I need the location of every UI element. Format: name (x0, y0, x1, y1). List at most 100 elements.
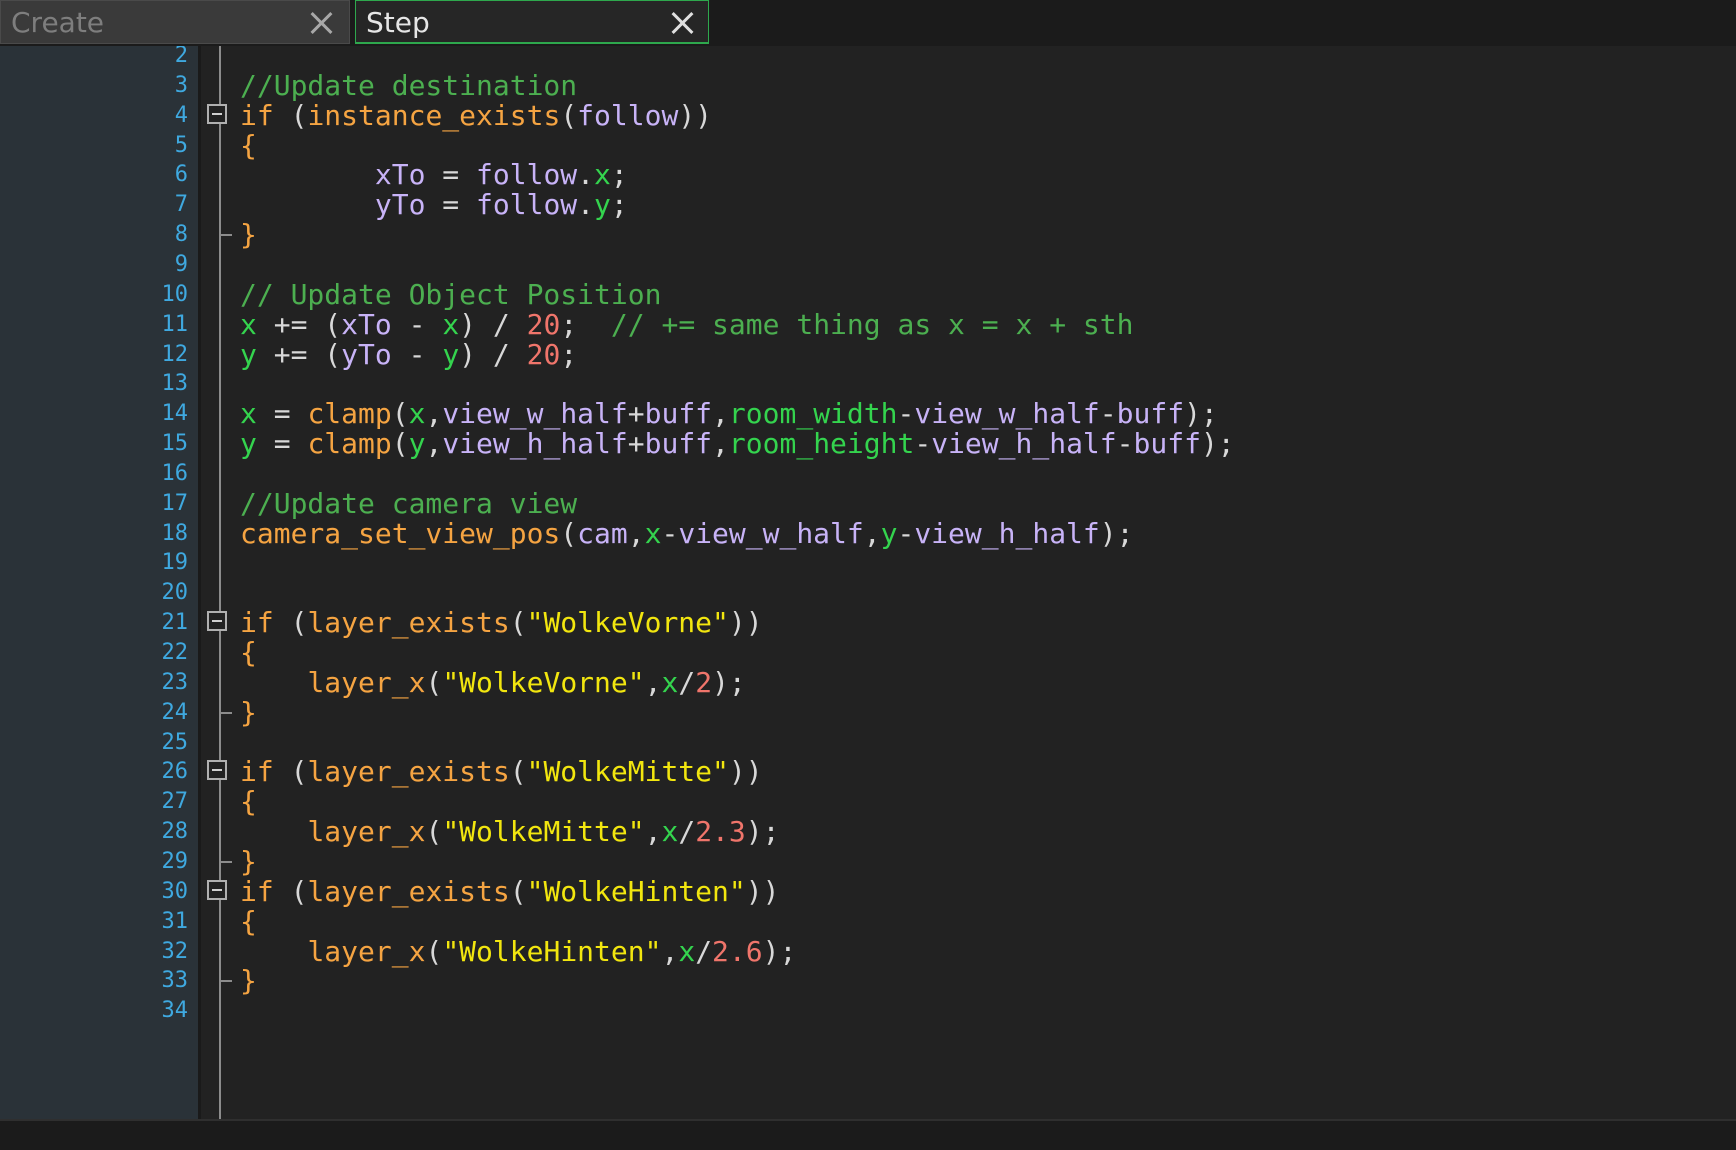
code-token: ); (745, 815, 780, 849)
code-token: room_width (728, 397, 898, 431)
code-line[interactable]: 34 (0, 994, 1736, 1027)
code-line[interactable]: 16 (0, 457, 1736, 490)
code-line[interactable]: 26 if (layer_exists("WolkeMitte")) (0, 755, 1736, 788)
code-text: if (layer_exists("WolkeMitte")) (240, 755, 763, 788)
code-token: view_h_half (914, 516, 1100, 550)
code-line[interactable]: 12 y += (yTo - y) / 20; (0, 338, 1736, 371)
code-line[interactable]: 13 (0, 367, 1736, 400)
code-token: , (712, 427, 729, 461)
code-token: ) / (459, 337, 527, 371)
code-line[interactable]: 14 x = clamp(x,view_w_half+buff,room_widt… (0, 397, 1736, 430)
code-line[interactable]: 4 if (instance_exists(follow)) (0, 99, 1736, 132)
code-token: y (594, 188, 611, 222)
code-token: x (408, 397, 426, 431)
code-line[interactable]: 9 (0, 248, 1736, 281)
code-token: ); (712, 665, 746, 699)
code-line[interactable]: 7 yTo = follow.y; (0, 188, 1736, 221)
code-line[interactable]: 10 // Update Object Position (0, 278, 1736, 311)
code-token: x (661, 665, 679, 699)
code-line[interactable]: 25 (0, 726, 1736, 759)
code-line[interactable]: 30 if (layer_exists("WolkeHinten")) (0, 875, 1736, 908)
code-token: "WolkeVorne" (526, 606, 729, 640)
line-number: 4 (174, 102, 188, 128)
code-line[interactable]: 29} (0, 845, 1736, 878)
line-number: 7 (174, 192, 188, 218)
code-line[interactable]: 20 (0, 576, 1736, 609)
code-token: / (678, 665, 696, 699)
code-token: "WolkeMitte" (442, 815, 645, 849)
line-number: 14 (161, 401, 189, 427)
code-token: ( (509, 755, 527, 789)
code-token: ; (560, 307, 611, 341)
fold-end-marker (219, 711, 232, 714)
code-text: if (instance_exists(follow)) (240, 99, 712, 132)
code-token: ( (273, 874, 308, 908)
code-line[interactable]: 18 camera_set_view_pos(cam,x-view_w_half,… (0, 517, 1736, 550)
code-line[interactable]: 21 if (layer_exists("WolkeVorne")) (0, 606, 1736, 639)
code-token: buff (644, 397, 713, 431)
code-line[interactable]: 17 //Update camera view (0, 487, 1736, 520)
code-token: , (644, 815, 662, 849)
code-token: layer_x (307, 934, 426, 968)
code-token: view_h_half (442, 427, 628, 461)
code-token: camera_set_view_pos (240, 516, 561, 550)
code-token: x (240, 397, 257, 431)
code-line[interactable]: 6 xTo = follow.x; (0, 158, 1736, 191)
code-text: { (240, 905, 257, 938)
line-number: 15 (161, 431, 189, 457)
fold-end-marker (219, 980, 232, 983)
code-text: if (layer_exists("WolkeHinten")) (240, 875, 779, 908)
code-token: )) (678, 98, 713, 132)
code-token: = (256, 427, 308, 461)
fold-collapse-icon[interactable] (207, 103, 227, 124)
code-text: layer_x("WolkeVorne",x/2); (240, 665, 746, 699)
code-line[interactable]: 15 y = clamp(y,view_h_half+buff,room_heig… (0, 427, 1736, 460)
fold-collapse-icon[interactable] (207, 879, 227, 900)
code-token: 2.3 (695, 815, 746, 849)
code-line[interactable]: 8} (0, 218, 1736, 251)
code-token: "WolkeMitte" (526, 755, 729, 789)
line-number: 8 (174, 222, 188, 248)
close-icon[interactable] (668, 9, 696, 37)
code-text: y = clamp(y,view_h_half+buff,room_height… (240, 427, 1235, 460)
tab-create[interactable]: Create (0, 0, 350, 44)
code-line[interactable]: 19 (0, 546, 1736, 579)
code-token: // Update Object Position (240, 277, 662, 311)
code-editor[interactable]: 2 3//Update destination 4 if (instance_exis… (0, 46, 1736, 1119)
code-line[interactable]: 27 { (0, 785, 1736, 818)
code-line[interactable]: 24} (0, 696, 1736, 729)
line-number: 11 (161, 311, 189, 337)
code-line[interactable]: 32 layer_x("WolkeHinten",x/2.6); (0, 935, 1736, 968)
code-line[interactable]: 3 //Update destination (0, 69, 1736, 102)
code-token: , (661, 934, 679, 968)
code-token: - (1116, 427, 1134, 461)
code-token: "WolkeVorne" (442, 665, 645, 699)
code-line[interactable]: 28 layer_x("WolkeMitte",x/2.3); (0, 815, 1736, 848)
code-token: . (577, 158, 595, 192)
code-token: y (442, 337, 460, 371)
fold-end-marker (219, 234, 232, 237)
close-icon[interactable] (307, 9, 335, 37)
tab-step[interactable]: Step (355, 0, 709, 44)
code-token: } (240, 695, 257, 729)
fold-collapse-icon[interactable] (207, 611, 227, 632)
code-line[interactable]: 23 layer_x("WolkeVorne",x/2); (0, 666, 1736, 699)
code-text: } (240, 964, 257, 997)
code-token: - (897, 516, 915, 550)
code-token: ( (273, 98, 308, 132)
code-line[interactable]: 22 { (0, 636, 1736, 669)
line-number: 12 (161, 341, 189, 367)
code-token: xTo (341, 307, 392, 341)
code-line[interactable]: 5{ (0, 129, 1736, 162)
code-token: y (408, 427, 426, 461)
fold-collapse-icon[interactable] (207, 760, 227, 781)
line-number: 22 (161, 640, 189, 665)
code-token: ( (509, 606, 527, 640)
code-line[interactable]: 33} (0, 964, 1736, 997)
code-token: 2.6 (712, 934, 763, 968)
code-line[interactable]: 31 { (0, 905, 1736, 938)
code-line[interactable]: 11 x += (xTo - x) / 20; // += same thing … (0, 308, 1736, 341)
